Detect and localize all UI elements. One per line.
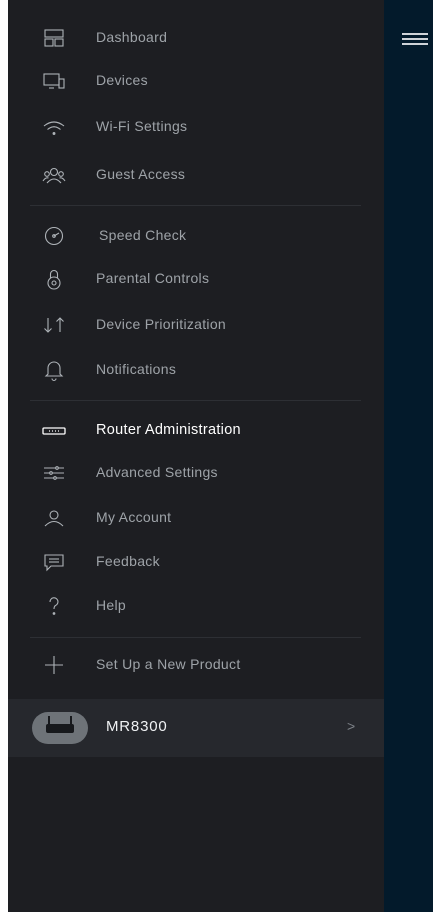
menu-item-devices[interactable]: Devices [8,61,384,101]
menu-item-router-administration[interactable]: Router Administration [8,411,384,451]
plus-icon [42,653,66,677]
menu-item-device-prioritization[interactable]: Device Prioritization [8,305,384,345]
bell-icon [42,358,66,382]
dashboard-icon [42,26,66,50]
menu-item-my-account[interactable]: My Account [8,498,384,538]
user-icon [42,506,66,530]
devices-icon [42,69,66,93]
menu-item-label: Devices [96,72,148,88]
section-divider [30,637,361,638]
menu-item-wifi-settings[interactable]: Wi-Fi Settings [8,107,384,147]
menu-item-label: Router Administration [96,422,241,438]
menu-item-label: Feedback [96,553,160,569]
menu-item-label: Help [96,597,126,613]
menu-item-label: Device Prioritization [96,316,227,332]
router-thumbnail-icon [32,712,88,744]
menu-item-label: Dashboard [96,29,168,45]
device-row-mr8300[interactable]: MR8300 > [8,699,384,757]
menu-item-dashboard[interactable]: Dashboard [8,18,384,58]
menu-item-parental-controls[interactable]: Parental Controls [8,259,384,299]
prioritization-arrows-icon [42,313,66,337]
menu-item-label: Speed Check [99,227,187,243]
guest-access-icon [42,163,66,187]
menu-item-feedback[interactable]: Feedback [8,542,384,582]
wifi-icon [42,115,66,139]
question-mark-icon [42,594,66,618]
menu-item-guest-access[interactable]: Guest Access [8,155,384,195]
navigation-menu: Dashboard Devices Wi-Fi Settings Guest A… [8,0,384,912]
menu-item-label: Guest Access [96,166,186,182]
menu-item-label: My Account [96,509,172,525]
chevron-right-icon: > [347,718,356,734]
device-name: MR8300 [106,718,168,735]
menu-item-label: Wi-Fi Settings [96,118,188,134]
content-pane [384,0,433,912]
section-divider [30,400,361,401]
menu-item-set-up-new-product[interactable]: Set Up a New Product [8,645,384,685]
menu-item-label: Advanced Settings [96,464,218,480]
section-divider [30,205,361,206]
sliders-icon [42,461,66,485]
menu-item-speed-check[interactable]: Speed Check [8,216,384,256]
hamburger-menu-icon[interactable] [402,33,428,47]
menu-item-notifications[interactable]: Notifications [8,350,384,390]
parental-controls-icon [42,267,66,291]
menu-item-advanced-settings[interactable]: Advanced Settings [8,453,384,493]
app-screen: Dashboard Devices Wi-Fi Settings Guest A… [8,0,433,912]
menu-item-label: Notifications [96,361,177,377]
menu-item-label: Parental Controls [96,270,210,286]
chat-bubble-icon [42,550,66,574]
router-icon [42,419,66,443]
speedometer-icon [42,224,66,248]
menu-item-label: Set Up a New Product [96,656,241,672]
menu-item-help[interactable]: Help [8,586,384,626]
